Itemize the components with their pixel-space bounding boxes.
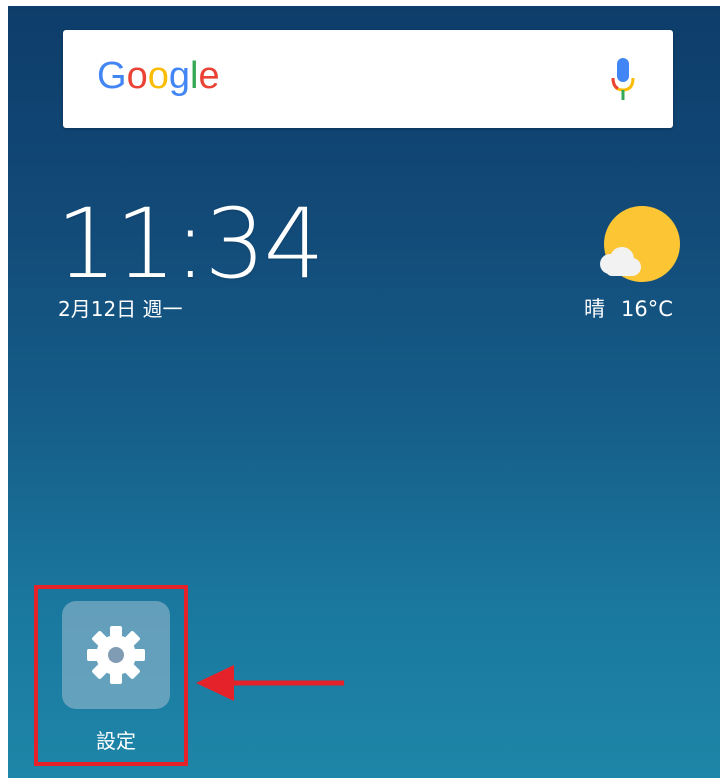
google-logo-letter: e bbox=[198, 55, 220, 97]
settings-app-label[interactable]: 設定 bbox=[62, 728, 170, 754]
google-search-bar[interactable]: Google bbox=[63, 30, 673, 128]
google-logo: Google bbox=[97, 52, 220, 100]
weather-temperature: 16°C bbox=[621, 297, 673, 321]
google-logo-letter: o bbox=[147, 55, 169, 97]
google-logo-letter: G bbox=[97, 55, 127, 97]
settings-app-button[interactable] bbox=[62, 601, 170, 709]
weather-condition: 晴 bbox=[584, 297, 605, 321]
clock-date: 2月12日 週一 bbox=[58, 297, 183, 321]
google-logo-letter: g bbox=[168, 55, 190, 97]
google-logo-letter: o bbox=[126, 55, 148, 97]
sunny-cloud-icon[interactable] bbox=[594, 204, 684, 294]
clock-time[interactable]: 11:34 bbox=[56, 194, 325, 294]
gear-icon bbox=[87, 626, 145, 684]
home-screen: Google 11:34 2月12日 週一 晴 16°C 設定 bbox=[8, 6, 720, 778]
red-arrow-annotation bbox=[196, 665, 344, 701]
weather-summary: 晴 16°C bbox=[584, 296, 673, 322]
microphone-icon[interactable] bbox=[611, 58, 635, 102]
